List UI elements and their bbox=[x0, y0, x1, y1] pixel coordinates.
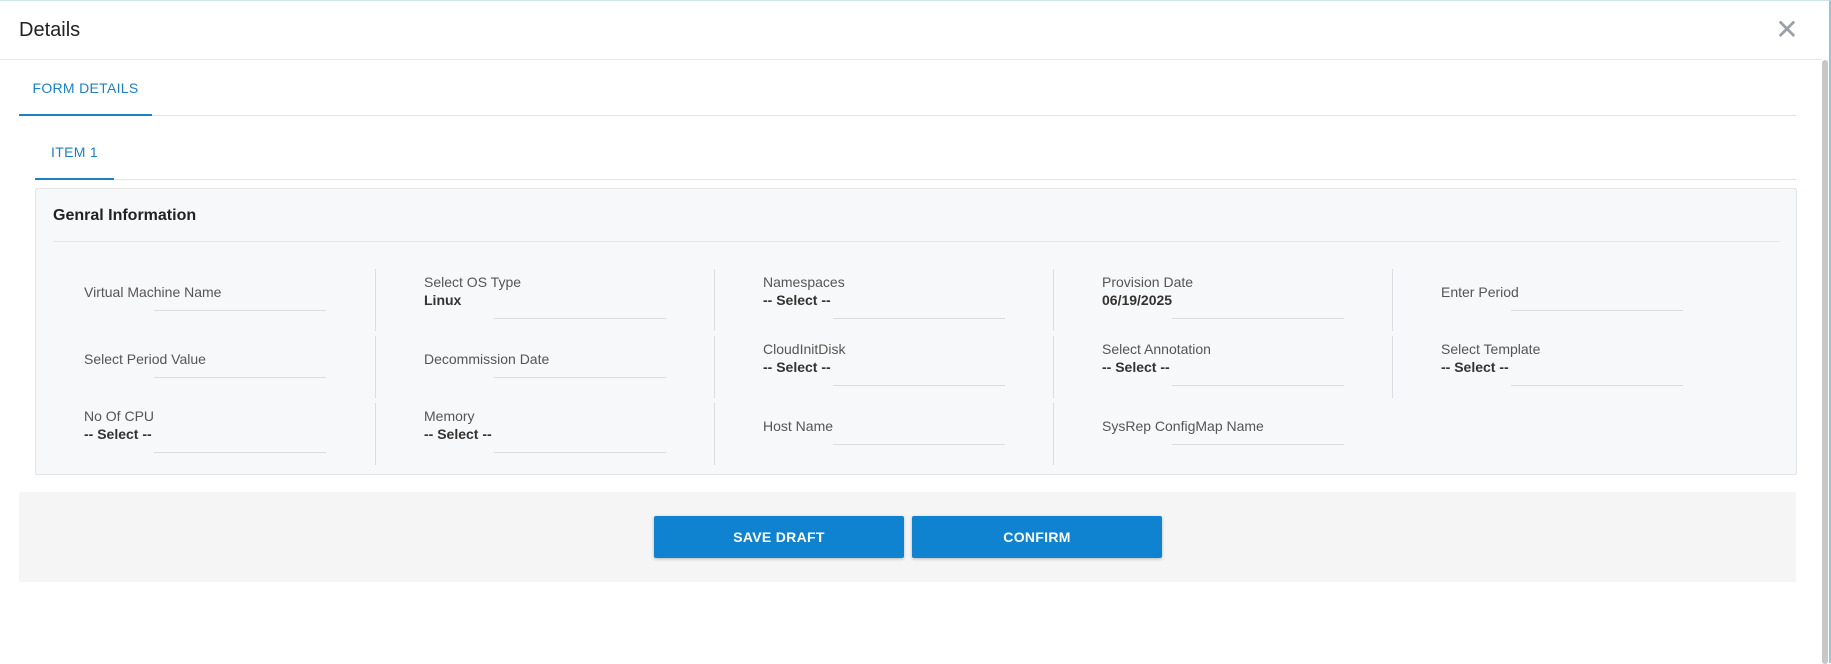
enter-period-label: Enter Period bbox=[1441, 284, 1519, 300]
cloudinit-disk-select[interactable]: CloudInitDisk -- Select -- bbox=[714, 336, 1054, 398]
annotation-label: Select Annotation bbox=[1102, 341, 1211, 357]
cloudinit-disk-label: CloudInitDisk bbox=[763, 341, 846, 357]
namespaces-label: Namespaces bbox=[763, 274, 845, 290]
memory-input-line bbox=[494, 452, 666, 453]
enter-period-field[interactable]: Enter Period bbox=[1392, 269, 1732, 331]
cpu-value: -- Select -- bbox=[84, 426, 152, 442]
annotation-value: -- Select -- bbox=[1102, 359, 1170, 375]
sysrep-configmap-label: SysRep ConfigMap Name bbox=[1102, 418, 1264, 434]
provision-date-input-line bbox=[1172, 318, 1344, 319]
host-name-input-line bbox=[833, 444, 1005, 445]
host-name-field[interactable]: Host Name bbox=[714, 403, 1054, 465]
decommission-date-field[interactable]: Decommission Date bbox=[375, 336, 715, 398]
os-type-label: Select OS Type bbox=[424, 274, 522, 290]
namespaces-select[interactable]: Namespaces -- Select -- bbox=[714, 269, 1054, 331]
annotation-input-line bbox=[1172, 385, 1344, 386]
close-button[interactable]: ✕ bbox=[1774, 15, 1800, 45]
provision-date-label: Provision Date bbox=[1102, 274, 1194, 290]
vm-name-input-line bbox=[154, 310, 326, 311]
decommission-date-input-line bbox=[494, 377, 666, 378]
host-name-label: Host Name bbox=[763, 418, 834, 434]
section-title: Genral Information bbox=[53, 207, 197, 224]
cpu-input-line bbox=[154, 452, 326, 453]
provision-date-value: 06/19/2025 bbox=[1102, 292, 1173, 308]
annotation-select[interactable]: Select Annotation -- Select -- bbox=[1053, 336, 1393, 398]
template-label: Select Template bbox=[1441, 341, 1541, 357]
namespaces-value: -- Select -- bbox=[763, 292, 831, 308]
memory-label: Memory bbox=[424, 408, 475, 424]
cloudinit-disk-value: -- Select -- bbox=[763, 359, 831, 375]
decommission-date-label: Decommission Date bbox=[424, 351, 550, 367]
template-select[interactable]: Select Template -- Select -- bbox=[1392, 336, 1732, 398]
scrollbar[interactable] bbox=[1821, 60, 1829, 664]
dialog-title: Details bbox=[19, 19, 81, 41]
sysrep-configmap-input-line bbox=[1172, 444, 1344, 445]
save-draft-button[interactable]: SAVE DRAFT bbox=[654, 516, 904, 558]
dialog-footer: SAVE DRAFT CONFIRM bbox=[19, 492, 1796, 582]
memory-select[interactable]: Memory -- Select -- bbox=[375, 403, 715, 465]
sysrep-configmap-field[interactable]: SysRep ConfigMap Name bbox=[1053, 403, 1393, 465]
section-divider bbox=[53, 241, 1780, 242]
dialog-header: Details ✕ bbox=[0, 1, 1822, 60]
cloudinit-disk-input-line bbox=[833, 385, 1005, 386]
period-value-input-line bbox=[154, 377, 326, 378]
scrollbar-thumb[interactable] bbox=[1822, 60, 1828, 664]
template-input-line bbox=[1511, 385, 1683, 386]
tab-form-details[interactable]: FORM DETAILS bbox=[19, 60, 152, 116]
confirm-button[interactable]: CONFIRM bbox=[912, 516, 1162, 558]
period-value-select[interactable]: Select Period Value bbox=[36, 336, 376, 398]
os-type-value: Linux bbox=[424, 292, 462, 308]
cpu-label: No Of CPU bbox=[84, 408, 155, 424]
template-value: -- Select -- bbox=[1441, 359, 1509, 375]
general-information-panel: Genral Information Virtual Machine Name … bbox=[35, 188, 1797, 475]
period-value-label: Select Period Value bbox=[84, 351, 206, 367]
cpu-select[interactable]: No Of CPU -- Select -- bbox=[36, 403, 376, 465]
namespaces-input-line bbox=[833, 318, 1005, 319]
vm-name-field[interactable]: Virtual Machine Name bbox=[36, 269, 376, 331]
provision-date-field[interactable]: Provision Date 06/19/2025 bbox=[1053, 269, 1393, 331]
enter-period-input-line bbox=[1511, 310, 1683, 311]
os-type-select[interactable]: Select OS Type Linux bbox=[375, 269, 715, 331]
vm-name-label: Virtual Machine Name bbox=[84, 284, 222, 300]
details-dialog: Details ✕ FORM DETAILS ITEM 1 Genral Inf… bbox=[0, 0, 1831, 664]
outer-tab-bar: FORM DETAILS bbox=[19, 60, 1796, 116]
inner-tab-bar: ITEM 1 bbox=[35, 125, 1796, 180]
memory-value: -- Select -- bbox=[424, 426, 492, 442]
tab-item-1[interactable]: ITEM 1 bbox=[35, 125, 114, 180]
os-type-input-line bbox=[494, 318, 666, 319]
close-icon: ✕ bbox=[1775, 14, 1799, 45]
